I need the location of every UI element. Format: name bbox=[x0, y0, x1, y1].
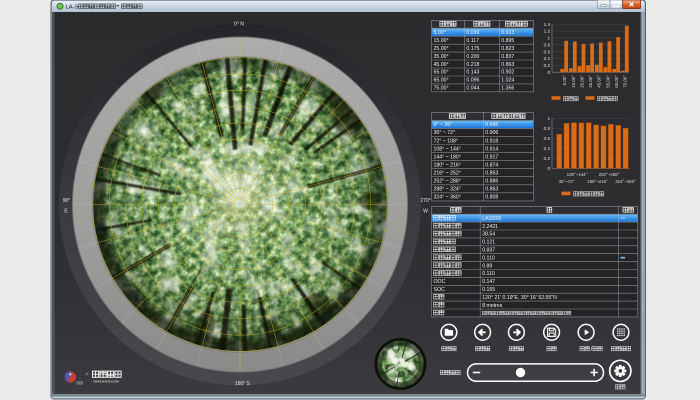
svg-text:LA-S: LA-S bbox=[66, 4, 79, 10]
svg-text:0.837: 0.837 bbox=[482, 247, 495, 253]
svg-text:0° N: 0° N bbox=[234, 22, 244, 28]
svg-text:0.175: 0.175 bbox=[466, 46, 479, 52]
svg-text:0.918: 0.918 bbox=[485, 138, 498, 144]
svg-text:65.00°: 65.00° bbox=[434, 78, 449, 84]
svg-text:288° ~ 324°: 288° ~ 324° bbox=[434, 187, 461, 193]
svg-text:55.00°: 55.00° bbox=[434, 70, 449, 76]
svg-text:0.4: 0.4 bbox=[544, 146, 551, 151]
svg-text:0.906: 0.906 bbox=[485, 130, 498, 136]
svg-text:0.837: 0.837 bbox=[501, 54, 514, 60]
svg-text:SOC: SOC bbox=[434, 287, 445, 293]
svg-text:35.00°: 35.00° bbox=[588, 75, 593, 88]
svg-text:LAI2000: LAI2000 bbox=[482, 216, 501, 222]
svg-text:25.00°: 25.00° bbox=[434, 46, 449, 52]
svg-text:65.00°: 65.00° bbox=[614, 75, 619, 88]
svg-text:0: 0 bbox=[547, 70, 550, 75]
svg-text:0.117: 0.117 bbox=[466, 38, 479, 44]
svg-text:180°~216°: 180°~216° bbox=[587, 179, 608, 184]
svg-text:0.6: 0.6 bbox=[544, 49, 551, 54]
svg-text:75.00°: 75.00° bbox=[623, 75, 628, 88]
svg-text:0.155: 0.155 bbox=[482, 287, 495, 293]
svg-text:0.895: 0.895 bbox=[501, 38, 514, 44]
svg-text:75.00°: 75.00° bbox=[434, 86, 449, 92]
svg-text:45.00°: 45.00° bbox=[597, 75, 602, 88]
svg-text:0.200: 0.200 bbox=[466, 54, 479, 60]
svg-text:252°~288°: 252°~288° bbox=[599, 172, 620, 177]
svg-text:0.096: 0.096 bbox=[466, 78, 479, 84]
svg-text:72° ~ 108°: 72° ~ 108° bbox=[434, 138, 459, 144]
svg-text:0.853: 0.853 bbox=[485, 170, 498, 176]
svg-text:180° ~ 216°: 180° ~ 216° bbox=[434, 162, 461, 168]
svg-text:0.917: 0.917 bbox=[485, 154, 498, 160]
svg-text:0.8: 0.8 bbox=[544, 126, 551, 131]
svg-text:0.808: 0.808 bbox=[485, 195, 498, 201]
svg-text:1.2: 1.2 bbox=[544, 29, 551, 34]
svg-text:36°~72°: 36°~72° bbox=[559, 179, 575, 184]
svg-text:0.914: 0.914 bbox=[485, 146, 498, 152]
svg-text:0.686: 0.686 bbox=[485, 122, 498, 128]
svg-text:1.356: 1.356 bbox=[501, 86, 514, 92]
svg-text:1: 1 bbox=[547, 36, 550, 41]
svg-text:0.913: 0.913 bbox=[501, 30, 514, 36]
svg-text:0.4: 0.4 bbox=[544, 56, 551, 61]
svg-text:15.00°: 15.00° bbox=[571, 75, 576, 88]
svg-text:0.110: 0.110 bbox=[482, 271, 495, 277]
svg-text:1: 1 bbox=[547, 116, 550, 121]
svg-text:WWW.WSEEN.COM: WWW.WSEEN.COM bbox=[94, 380, 120, 384]
svg-text:8 metres: 8 metres bbox=[482, 303, 503, 309]
svg-text:0.863: 0.863 bbox=[485, 187, 498, 193]
svg-text:324° ~ 360°: 324° ~ 360° bbox=[434, 195, 461, 201]
svg-text:0.121: 0.121 bbox=[482, 240, 495, 246]
svg-text:90°: 90° bbox=[63, 198, 71, 204]
svg-text:0.863: 0.863 bbox=[501, 62, 514, 68]
svg-text:0.89: 0.89 bbox=[482, 263, 492, 269]
svg-text:0.823: 0.823 bbox=[501, 46, 514, 52]
svg-text:38.54: 38.54 bbox=[482, 232, 495, 238]
svg-text:216° ~ 252°: 216° ~ 252° bbox=[434, 170, 461, 176]
svg-text:0.902: 0.902 bbox=[501, 70, 514, 76]
svg-text:120° 21' 0.19"E, 30° 16' 52.55: 120° 21' 0.19"E, 30° 16' 52.55"N bbox=[482, 295, 557, 301]
svg-text:0.874: 0.874 bbox=[485, 162, 498, 168]
svg-text:324°~360°: 324°~360° bbox=[615, 179, 636, 184]
svg-text:270°: 270° bbox=[420, 198, 430, 204]
svg-text:1.024: 1.024 bbox=[501, 78, 514, 84]
svg-text:OOC: OOC bbox=[434, 279, 446, 285]
svg-text:0° ~ 36°: 0° ~ 36° bbox=[434, 122, 453, 128]
svg-text:15.00°: 15.00° bbox=[434, 38, 449, 44]
svg-text:0.110: 0.110 bbox=[482, 255, 495, 261]
svg-text:25.00°: 25.00° bbox=[579, 75, 584, 88]
svg-text:0.2: 0.2 bbox=[544, 156, 551, 161]
svg-text:5.00°: 5.00° bbox=[562, 75, 567, 86]
svg-text:5.00°: 5.00° bbox=[434, 30, 446, 36]
svg-text:0.2: 0.2 bbox=[544, 63, 551, 68]
svg-text:1.4: 1.4 bbox=[544, 22, 551, 27]
svg-text:45.00°: 45.00° bbox=[434, 62, 449, 68]
svg-text:55.00°: 55.00° bbox=[605, 75, 610, 88]
svg-text:35.00°: 35.00° bbox=[434, 54, 449, 60]
svg-text:0.6: 0.6 bbox=[544, 136, 551, 141]
svg-text:180° S: 180° S bbox=[235, 381, 251, 387]
svg-text:0.886: 0.886 bbox=[485, 179, 498, 185]
svg-text:2.2431: 2.2431 bbox=[482, 224, 498, 230]
svg-text:0: 0 bbox=[547, 166, 550, 171]
svg-text:108° ~ 144°: 108° ~ 144° bbox=[434, 146, 461, 152]
svg-text:108°~144°: 108°~144° bbox=[567, 172, 588, 177]
svg-text:0.8: 0.8 bbox=[544, 42, 551, 47]
svg-text:144° ~ 180°: 144° ~ 180° bbox=[434, 154, 461, 160]
svg-text:0.143: 0.143 bbox=[466, 70, 479, 76]
svg-text:0.218: 0.218 bbox=[466, 62, 479, 68]
svg-text:252° ~ 288°: 252° ~ 288° bbox=[434, 179, 461, 185]
svg-text:36° ~ 72°: 36° ~ 72° bbox=[434, 130, 456, 136]
svg-text:0.044: 0.044 bbox=[466, 86, 479, 92]
svg-text:0.147: 0.147 bbox=[482, 279, 495, 285]
svg-text:W: W bbox=[423, 209, 428, 215]
svg-text:0.099: 0.099 bbox=[466, 30, 479, 36]
